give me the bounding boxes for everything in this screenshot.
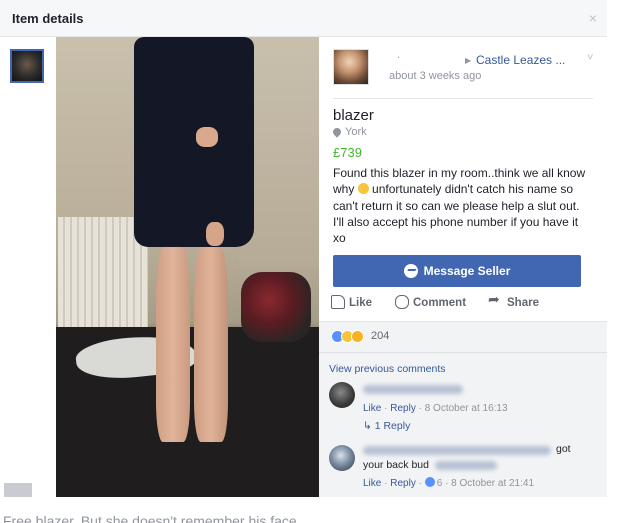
item-details-modal: Item details × . about 3 weeks ago ▶ Cas… (0, 0, 607, 497)
like-count-icon (424, 477, 435, 487)
comment-meta: Like · Reply · 8 October at 16:13 (363, 403, 508, 414)
comment-time: · 8 October at 21:41 (445, 478, 535, 489)
comment-icon (395, 295, 409, 309)
modal-header: Item details × (0, 0, 607, 37)
comment-text: got (556, 443, 571, 455)
group-arrow-icon: ▶ (465, 56, 472, 65)
like-button[interactable]: Like (331, 295, 372, 309)
wow-reaction-icon (351, 330, 364, 343)
thumbnail-strip (0, 37, 56, 497)
comment-like-link[interactable]: Like (363, 478, 381, 489)
message-seller-button[interactable]: Message Seller (333, 255, 581, 287)
details-panel: . about 3 weeks ago ▶ Castle Leazes ... … (319, 37, 607, 497)
comment-text: your back bud (363, 459, 429, 471)
like-label: Like (349, 297, 373, 309)
photo-leg-left (156, 242, 190, 442)
comment-meta: Like · Reply · 6 · 8 October at 21:41 (363, 477, 534, 489)
thumbnail-scroll-handle[interactable] (4, 483, 32, 497)
post-time[interactable]: about 3 weeks ago (389, 70, 481, 82)
comment-time: · 8 October at 16:13 (418, 403, 508, 414)
action-bar: Like Comment Share (329, 291, 599, 315)
message-seller-label: Message Seller (423, 264, 511, 278)
smiley-emoji-icon (357, 183, 369, 195)
image-caption: Free blazer. But she doesn't remember hi… (3, 513, 301, 523)
location-pin-icon (331, 126, 343, 138)
comment-separator: · (418, 478, 422, 489)
divider (333, 98, 593, 99)
comment-button[interactable]: Comment (395, 295, 466, 309)
close-icon[interactable]: × (589, 10, 597, 26)
blurred-commenter-name (363, 446, 551, 455)
poster-avatar[interactable] (333, 49, 369, 85)
modal-title: Item details (12, 11, 84, 26)
comment-like-count[interactable]: 6 (437, 478, 443, 489)
comments-section: 204 View previous comments Like · Reply … (319, 321, 607, 497)
messenger-icon (403, 264, 418, 278)
item-price: £739 (333, 145, 362, 160)
comment-label: Comment (413, 297, 467, 309)
share-button[interactable]: Share (488, 291, 539, 309)
poster-name[interactable]: . (397, 49, 400, 61)
photo-thumbnail[interactable] (10, 49, 44, 83)
photo-clothes-pile (241, 272, 311, 342)
item-location: York (331, 126, 367, 138)
reactions-count: 204 (371, 330, 390, 342)
comment-reply-link[interactable]: Reply (390, 403, 416, 414)
poster-row: . about 3 weeks ago ▶ Castle Leazes ... … (333, 49, 603, 89)
group-link[interactable]: Castle Leazes ... (476, 53, 565, 67)
view-previous-comments-link[interactable]: View previous comments (329, 363, 446, 375)
commenter-avatar[interactable] (329, 445, 355, 471)
commenter-avatar[interactable] (329, 382, 355, 408)
description-part2: unfortunately didn't catch his name so c… (333, 182, 580, 246)
divider (319, 352, 607, 353)
blurred-commenter-name (363, 385, 463, 394)
comment-reply-link[interactable]: Reply (390, 478, 416, 489)
item-photo[interactable] (56, 37, 319, 497)
separator: · (381, 478, 391, 489)
blurred-phone-number (435, 461, 497, 470)
photo-hand-lower (206, 222, 224, 246)
item-description: Found this blazer in my room..think we a… (333, 165, 591, 246)
photo-blazer (134, 37, 254, 247)
separator: · (381, 403, 391, 414)
photo-hand-upper (196, 127, 218, 147)
photo-leg-right (194, 242, 228, 442)
item-title: blazer (333, 107, 374, 124)
like-icon (331, 295, 345, 309)
chevron-down-icon[interactable]: ˅ (587, 52, 593, 64)
share-icon (488, 291, 503, 309)
view-replies-link[interactable]: ↳ 1 Reply (363, 420, 410, 432)
share-label: Share (507, 297, 539, 309)
comment-like-link[interactable]: Like (363, 403, 381, 414)
location-text: York (345, 126, 367, 138)
